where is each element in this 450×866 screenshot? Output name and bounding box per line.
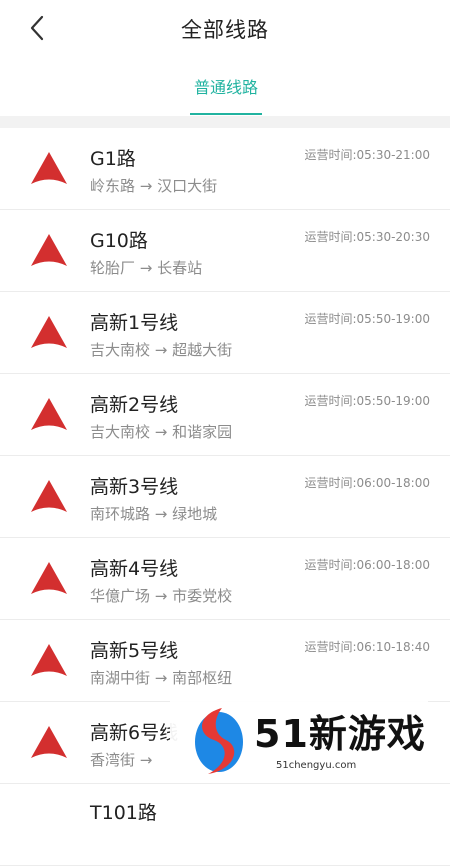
route-start: 吉大南校 [90,341,151,359]
route-start: 岭东路 [90,177,136,195]
arrow-icon: → [139,751,153,769]
route-end: 超越大街 [172,341,233,359]
route-stops: 华億广场 → 市委党校 [90,585,232,606]
route-marker-icon [30,479,68,513]
operating-hours: 运营时间:05:50-19:00 [304,392,430,409]
route-row[interactable]: T101路 [0,784,450,866]
arrow-icon: → [154,587,168,605]
route-start: 香湾街 [90,751,136,769]
route-row[interactable]: G1路岭东路 → 汉口大街 运营时间:05:30-21:00 [0,128,450,210]
arrow-icon: → [154,423,168,441]
route-name: T101路 [90,802,157,824]
brand-logo [186,704,248,776]
operating-hours-value: 06:00-18:00 [356,558,431,572]
arrow-icon: → [154,505,168,523]
route-row[interactable]: 高新2号线吉大南校 → 和谐家园 运营时间:05:50-19:00 [0,374,450,456]
operating-hours-value: 05:50-19:00 [356,312,431,326]
operating-hours-label: 运营时间: [304,148,357,162]
route-start: 轮胎厂 [90,259,136,277]
route-name: G10路 [90,230,148,252]
route-end: 绿地城 [172,505,218,523]
route-name: 高新4号线 [90,558,179,580]
operating-hours: 运营时间:05:30-20:30 [304,228,430,245]
route-marker-icon [30,233,68,267]
route-start: 南湖中街 [90,669,151,687]
route-row[interactable]: 高新3号线南环城路 → 绿地城 运营时间:06:00-18:00 [0,456,450,538]
operating-hours: 运营时间:06:00-18:00 [304,474,430,491]
operating-hours: 运营时间:06:10-18:40 [304,638,430,655]
arrow-icon: → [154,341,168,359]
route-name: 高新3号线 [90,476,179,498]
route-end: 和谐家园 [172,423,233,441]
route-stops: 南环城路 → 绿地城 [90,503,217,524]
operating-hours-label: 运营时间: [304,394,357,408]
route-end: 汉口大街 [157,177,218,195]
route-name: 高新5号线 [90,640,179,662]
tab-regular-routes[interactable]: 普通线路 [190,74,262,98]
route-end: 市委党校 [172,587,233,605]
route-stops: 轮胎厂 → 长春站 [90,257,202,278]
route-row[interactable]: 高新4号线华億广场 → 市委党校 运营时间:06:00-18:00 [0,538,450,620]
route-stops: 岭东路 → 汉口大街 [90,175,217,196]
route-row[interactable]: G10路轮胎厂 → 长春站 运营时间:05:30-20:30 [0,210,450,292]
tab-bar: 普通线路 [0,56,450,116]
watermark-brand: 51新游戏 [254,712,426,756]
route-end: 南部枢纽 [172,669,233,687]
active-tab-indicator [190,113,262,115]
operating-hours: 运营时间:05:50-19:00 [304,310,430,327]
route-marker-icon [30,725,68,759]
section-divider [0,116,450,128]
operating-hours-label: 运营时间: [304,640,357,654]
route-marker-icon [30,315,68,349]
watermark-url: 51chengyu.com [276,760,357,771]
header: 全部线路 [0,0,450,56]
operating-hours-label: 运营时间: [304,558,357,572]
operating-hours-value: 05:30-20:30 [356,230,431,244]
operating-hours: 运营时间:05:30-21:00 [304,146,430,163]
route-start: 华億广场 [90,587,151,605]
route-start: 南环城路 [90,505,151,523]
route-end: 长春站 [157,259,203,277]
route-marker-icon [30,397,68,431]
operating-hours: 运营时间:06:00-18:00 [304,556,430,573]
operating-hours-label: 运营时间: [304,312,357,326]
arrow-icon: → [154,669,168,687]
route-marker-icon [30,151,68,185]
route-stops: 香湾街 → [90,749,152,770]
arrow-icon: → [139,177,153,195]
operating-hours-value: 06:10-18:40 [356,640,431,654]
route-start: 吉大南校 [90,423,151,441]
route-row[interactable]: 高新1号线吉大南校 → 超越大街 运营时间:05:50-19:00 [0,292,450,374]
page-title: 全部线路 [181,18,269,42]
route-name: 高新1号线 [90,312,179,334]
route-stops: 吉大南校 → 和谐家园 [90,421,232,442]
route-marker-icon [30,643,68,677]
route-name: 高新2号线 [90,394,179,416]
route-name: 高新6号线 [90,722,179,744]
operating-hours-label: 运营时间: [304,476,357,490]
operating-hours-value: 05:50-19:00 [356,394,431,408]
route-stops: 吉大南校 → 超越大街 [90,339,232,360]
operating-hours-label: 运营时间: [304,230,357,244]
operating-hours-value: 06:00-18:00 [356,476,431,490]
operating-hours-value: 05:30-21:00 [356,148,431,162]
route-row[interactable]: 高新5号线南湖中街 → 南部枢纽 运营时间:06:10-18:40 [0,620,450,702]
route-name: G1路 [90,148,136,170]
watermark: 51新游戏 51chengyu.com [170,698,428,782]
route-stops: 南湖中街 → 南部枢纽 [90,667,232,688]
arrow-icon: → [139,259,153,277]
route-marker-icon [30,561,68,595]
